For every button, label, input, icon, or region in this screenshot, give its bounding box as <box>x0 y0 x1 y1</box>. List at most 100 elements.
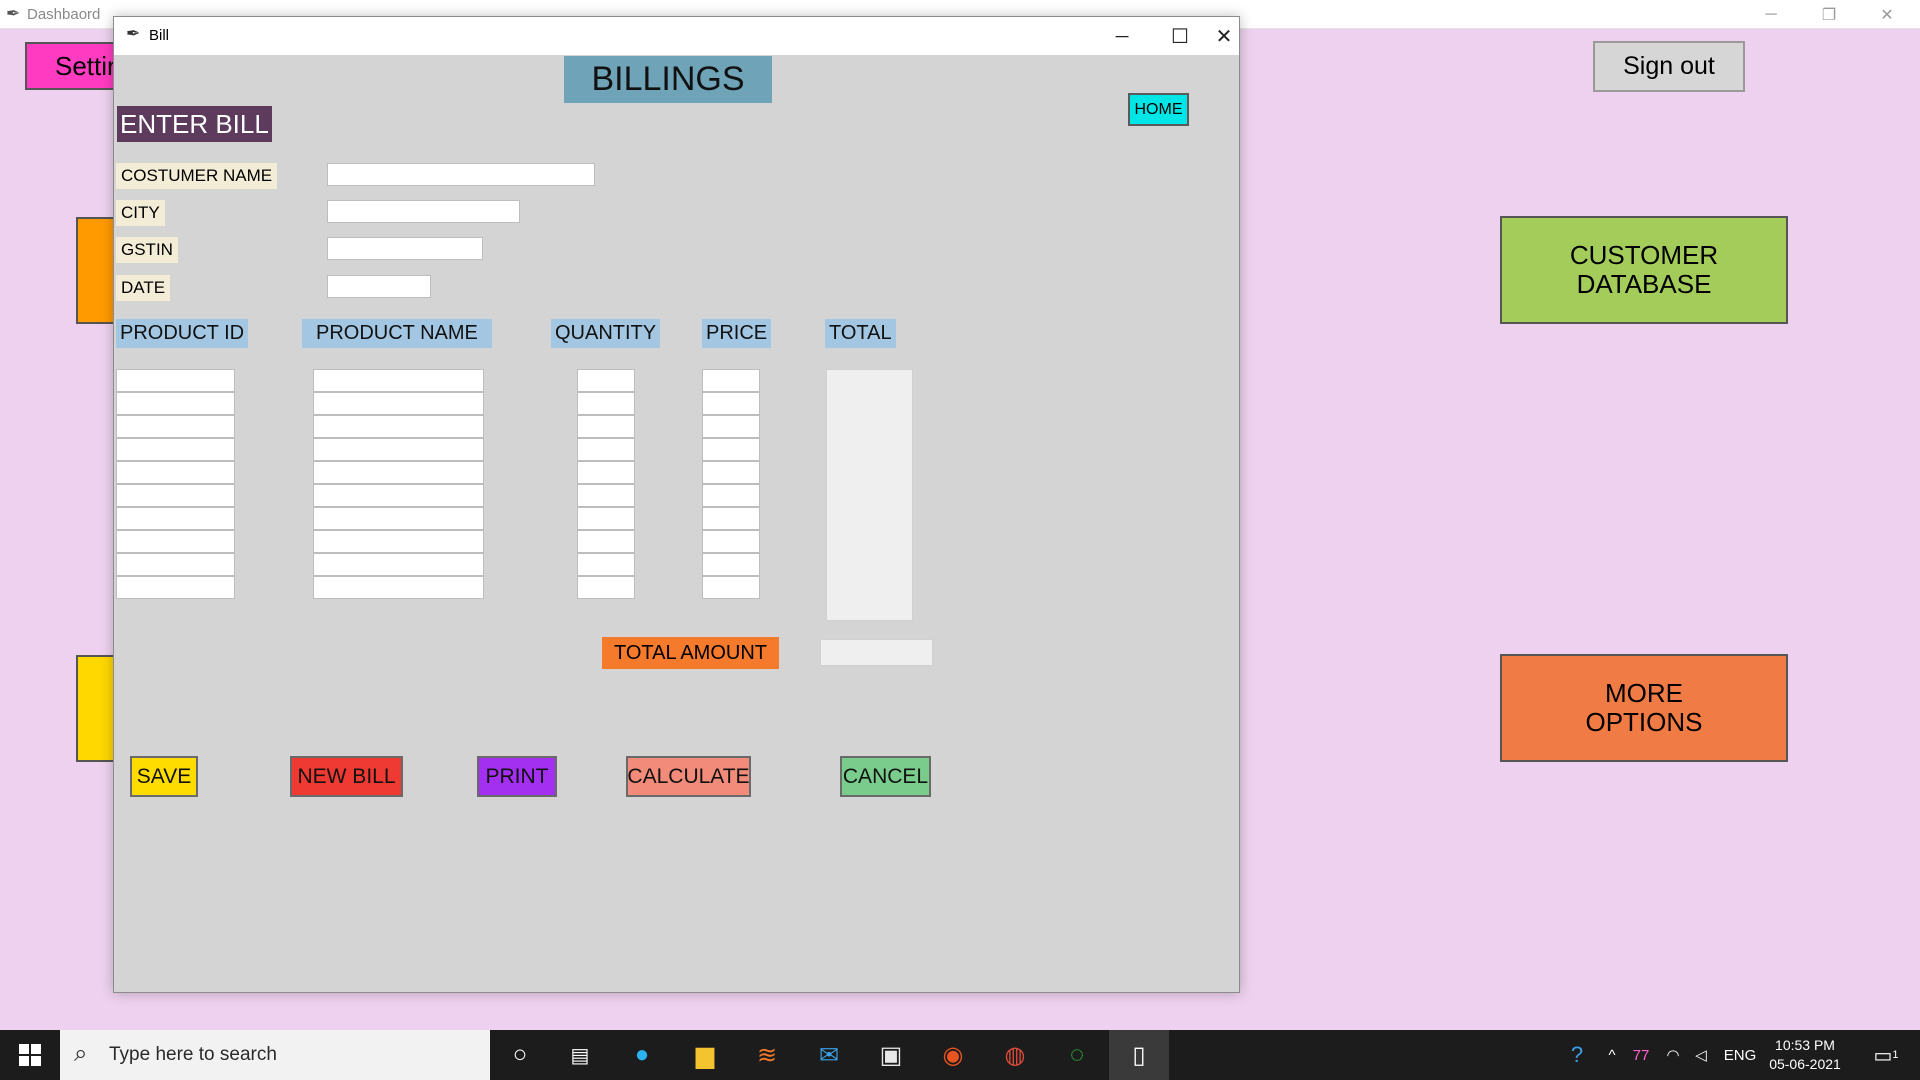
price-cell[interactable] <box>702 553 760 576</box>
calculate-label: CALCULATE <box>627 764 750 788</box>
product-name-cell[interactable] <box>313 415 484 438</box>
notepad-icon[interactable]: ▯ <box>1109 1030 1169 1080</box>
customer-database-button[interactable]: CUSTOMER DATABASE <box>1500 216 1788 324</box>
quantity-cell[interactable] <box>577 484 635 507</box>
sublime-text-icon[interactable]: ≋ <box>737 1030 797 1080</box>
settings-button[interactable]: Settin <box>25 42 125 90</box>
product-name-cell[interactable] <box>313 576 484 599</box>
product-name-cell[interactable] <box>313 484 484 507</box>
price-cell[interactable] <box>702 461 760 484</box>
quantity-cell[interactable] <box>577 507 635 530</box>
cancel-label: CANCEL <box>842 764 929 788</box>
dashboard-title: Dashbaord <box>27 6 101 23</box>
chrome-icon[interactable]: ◍ <box>985 1030 1045 1080</box>
product-name-cell[interactable] <box>313 553 484 576</box>
save-label: SAVE <box>136 764 192 788</box>
dashboard-yellow-button-partial[interactable] <box>76 655 116 762</box>
product-name-cell[interactable] <box>313 369 484 392</box>
network-icon[interactable]: ◠ <box>1660 1030 1686 1080</box>
task-view-icon[interactable]: ▤ <box>550 1030 610 1080</box>
volume-icon[interactable]: ◁ <box>1688 1030 1714 1080</box>
product-name-column <box>313 369 484 599</box>
help-icon[interactable]: ? <box>1560 1030 1594 1080</box>
product-id-cell[interactable] <box>116 484 235 507</box>
price-cell[interactable] <box>702 576 760 599</box>
quantity-cell[interactable] <box>577 392 635 415</box>
quantity-cell[interactable] <box>577 461 635 484</box>
price-cell[interactable] <box>702 530 760 553</box>
store-icon[interactable]: ▣ <box>861 1030 921 1080</box>
city-input[interactable] <box>327 200 520 223</box>
date-input[interactable] <box>327 275 431 298</box>
product-name-cell[interactable] <box>313 530 484 553</box>
product-id-cell[interactable] <box>116 553 235 576</box>
price-cell[interactable] <box>702 484 760 507</box>
product-id-cell[interactable] <box>116 461 235 484</box>
price-cell[interactable] <box>702 369 760 392</box>
total-amount-label: TOTAL AMOUNT <box>602 637 779 669</box>
mail-icon[interactable]: ✉ <box>799 1030 859 1080</box>
customer-database-label: CUSTOMER DATABASE <box>1569 240 1719 299</box>
new-bill-label: NEW BILL <box>297 764 396 788</box>
print-button[interactable]: PRINT <box>477 756 557 797</box>
sign-out-button[interactable]: Sign out <box>1593 41 1745 92</box>
close-icon[interactable]: ✕ <box>1209 17 1239 55</box>
file-explorer-icon[interactable]: ▆ <box>675 1030 735 1080</box>
bill-titlebar: ✒ Bill ─ ☐ ✕ <box>114 17 1239 55</box>
search-icon: ⌕ <box>74 1040 88 1067</box>
edge-browser-icon[interactable]: ● <box>612 1030 672 1080</box>
product-id-cell[interactable] <box>116 530 235 553</box>
quantity-cell[interactable] <box>577 415 635 438</box>
search-placeholder: Type here to search <box>109 1044 277 1065</box>
minimize-icon[interactable]: ─ <box>1093 17 1151 55</box>
column-header-quantity: QUANTITY <box>551 319 661 348</box>
loading-app-icon[interactable]: ◌ <box>1047 1030 1107 1080</box>
windows-start-icon[interactable] <box>0 1030 60 1080</box>
quantity-cell[interactable] <box>577 576 635 599</box>
customer-name-input[interactable] <box>327 163 595 186</box>
close-icon[interactable]: ✕ <box>1858 0 1916 29</box>
chevron-up-icon[interactable]: ^ <box>1600 1030 1624 1080</box>
quantity-cell[interactable] <box>577 369 635 392</box>
product-name-cell[interactable] <box>313 461 484 484</box>
total-amount-field[interactable] <box>820 639 933 666</box>
clock[interactable]: 10:53 PM 05-06-2021 <box>1762 1030 1848 1080</box>
quantity-cell[interactable] <box>577 438 635 461</box>
gstin-input[interactable] <box>327 237 483 260</box>
notification-center-icon[interactable]: ▭ 1 <box>1866 1030 1906 1080</box>
column-header-product-name: PRODUCT NAME <box>302 319 492 348</box>
cortana-icon[interactable]: ○ <box>490 1030 550 1080</box>
ubuntu-icon[interactable]: ◉ <box>923 1030 983 1080</box>
calculate-button[interactable]: CALCULATE <box>626 756 751 797</box>
column-header-price: PRICE <box>702 319 772 348</box>
taskbar-search-box[interactable]: ⌕ Type here to search <box>60 1030 490 1080</box>
restore-icon[interactable]: ❐ <box>1800 0 1858 29</box>
bill-window: ✒ Bill ─ ☐ ✕ BILLINGS ENTER BILL HOME CO… <box>113 16 1240 993</box>
product-id-cell[interactable] <box>116 507 235 530</box>
price-cell[interactable] <box>702 415 760 438</box>
product-name-cell[interactable] <box>313 438 484 461</box>
home-button[interactable]: HOME <box>1128 93 1189 126</box>
maximize-icon[interactable]: ☐ <box>1151 17 1209 55</box>
price-cell[interactable] <box>702 438 760 461</box>
clock-time: 10:53 PM <box>1775 1037 1835 1054</box>
price-cell[interactable] <box>702 392 760 415</box>
more-options-button[interactable]: MORE OPTIONS <box>1500 654 1788 762</box>
price-cell[interactable] <box>702 507 760 530</box>
quantity-cell[interactable] <box>577 530 635 553</box>
product-name-cell[interactable] <box>313 392 484 415</box>
product-id-cell[interactable] <box>116 369 235 392</box>
product-id-cell[interactable] <box>116 392 235 415</box>
enter-bill-label: ENTER BILL <box>117 106 272 142</box>
new-bill-button[interactable]: NEW BILL <box>290 756 403 797</box>
product-id-cell[interactable] <box>116 576 235 599</box>
quantity-cell[interactable] <box>577 553 635 576</box>
product-id-cell[interactable] <box>116 415 235 438</box>
product-id-cell[interactable] <box>116 438 235 461</box>
cancel-button[interactable]: CANCEL <box>840 756 931 797</box>
product-name-cell[interactable] <box>313 507 484 530</box>
save-button[interactable]: SAVE <box>130 756 198 797</box>
language-indicator[interactable]: ENG <box>1722 1030 1758 1080</box>
minimize-icon[interactable]: ─ <box>1742 0 1800 29</box>
dashboard-orange-button-partial[interactable] <box>76 217 116 324</box>
